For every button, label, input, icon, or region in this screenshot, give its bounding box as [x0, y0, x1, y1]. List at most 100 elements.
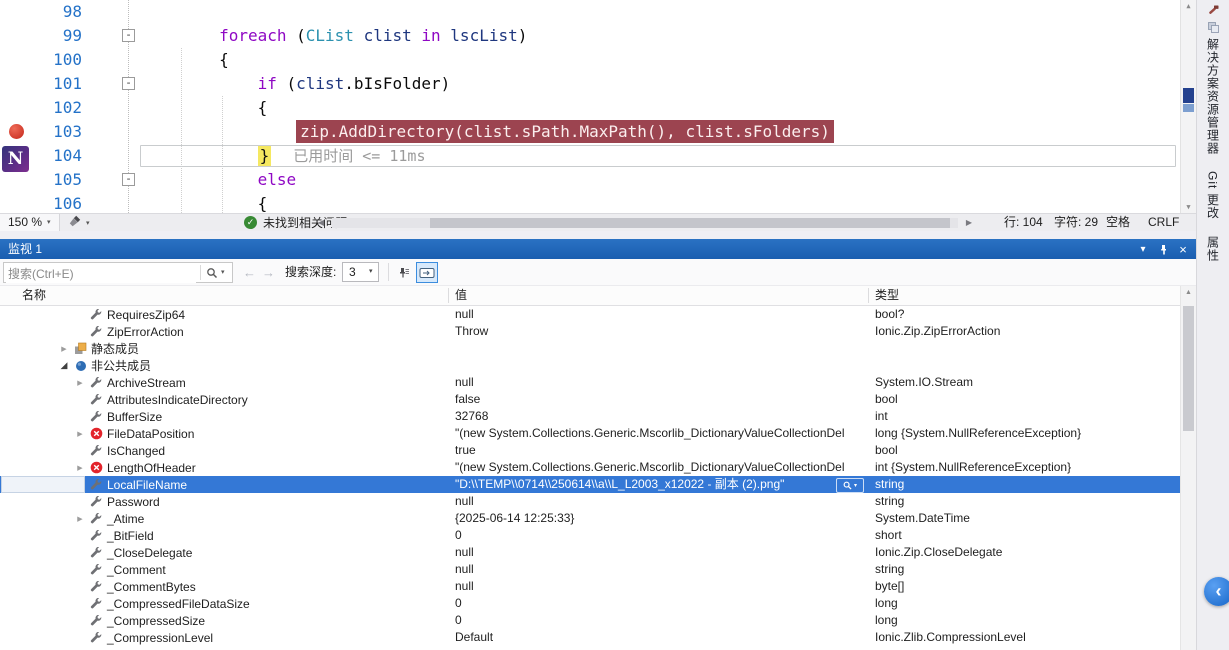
- expand-icon[interactable]: ▶: [72, 464, 88, 472]
- watch-row[interactable]: BufferSize32768int: [0, 408, 1180, 425]
- close-icon[interactable]: ×: [1174, 239, 1192, 259]
- char-indicator[interactable]: 字符: 29: [1054, 214, 1098, 231]
- pin-properties-button[interactable]: [392, 262, 414, 283]
- watch-row[interactable]: LocalFileName"D:\\TEMP\\0714\\250614\\a\…: [0, 476, 1180, 493]
- watch-row[interactable]: RequiresZip64nullbool?: [0, 306, 1180, 323]
- watch-value[interactable]: null: [455, 306, 859, 323]
- code-text[interactable]: {: [142, 192, 1196, 213]
- watch-row[interactable]: _CompressionLevelDefaultIonic.Zlib.Compr…: [0, 629, 1180, 646]
- fold-margin[interactable]: -: [82, 168, 142, 192]
- watch-name[interactable]: _Atime: [107, 512, 144, 526]
- watch-vertical-scrollbar[interactable]: ▲: [1180, 286, 1196, 650]
- breakpoint-gutter[interactable]: [0, 120, 34, 144]
- column-value[interactable]: 值: [455, 286, 467, 305]
- watch-row[interactable]: Passwordnullstring: [0, 493, 1180, 510]
- watch-name[interactable]: AttributesIndicateDirectory: [107, 393, 248, 407]
- watch-row[interactable]: ▶LengthOfHeader"(new System.Collections.…: [0, 459, 1180, 476]
- watch-name[interactable]: FileDataPosition: [107, 427, 194, 441]
- fold-margin[interactable]: [82, 192, 142, 213]
- scrollbar-thumb[interactable]: [430, 218, 950, 228]
- hammer-icon[interactable]: [1206, 3, 1220, 17]
- sidebar-tab-solution-explorer[interactable]: 解决方案资源管理器: [1205, 38, 1222, 155]
- perf-tip[interactable]: 已用时间 <= 11ms: [271, 147, 425, 165]
- watch-name[interactable]: _BitField: [107, 529, 154, 543]
- fold-margin[interactable]: [82, 0, 142, 24]
- scroll-up-icon[interactable]: ▲: [1181, 0, 1196, 12]
- fold-margin[interactable]: -: [82, 24, 142, 48]
- watch-row[interactable]: _CompressedSize0long: [0, 612, 1180, 629]
- collapse-panel-button[interactable]: ‹: [1204, 577, 1229, 606]
- watch-row[interactable]: _CommentBytesnullbyte[]: [0, 578, 1180, 595]
- fold-collapse-icon[interactable]: -: [122, 173, 135, 186]
- expand-icon[interactable]: ▶: [72, 379, 88, 387]
- editor-vertical-scrollbar[interactable]: ▲ ▼: [1180, 0, 1196, 213]
- watch-name[interactable]: _CompressionLevel: [107, 631, 213, 645]
- fold-margin[interactable]: -: [82, 72, 142, 96]
- watch-title-bar[interactable]: 监视 1 ▾ ×: [0, 239, 1196, 259]
- line-indicator[interactable]: 行: 104: [1004, 214, 1043, 231]
- watch-value[interactable]: null: [455, 578, 859, 595]
- watch-value[interactable]: 0: [455, 527, 859, 544]
- column-name[interactable]: 名称: [22, 286, 46, 305]
- watch-name[interactable]: Password: [107, 495, 160, 509]
- code-text[interactable]: }已用时间 <= 11ms: [142, 144, 1196, 168]
- panel-splitter[interactable]: [0, 231, 1196, 239]
- fold-margin[interactable]: [82, 48, 142, 72]
- breakpoint-gutter[interactable]: [0, 192, 34, 213]
- keyboard-tab-button[interactable]: [416, 262, 438, 283]
- column-resizer[interactable]: [448, 288, 449, 303]
- fold-margin[interactable]: [82, 96, 142, 120]
- watch-value[interactable]: 32768: [455, 408, 859, 425]
- watch-name[interactable]: BufferSize: [107, 410, 162, 424]
- fold-collapse-icon[interactable]: -: [122, 77, 135, 90]
- breakpoint-gutter[interactable]: [0, 0, 34, 24]
- column-resizer[interactable]: [868, 288, 869, 303]
- watch-value[interactable]: true: [455, 442, 859, 459]
- watch-row[interactable]: _Commentnullstring: [0, 561, 1180, 578]
- watch-name[interactable]: RequiresZip64: [107, 308, 185, 322]
- horizontal-scrollbar[interactable]: [332, 218, 958, 228]
- scroll-up-icon[interactable]: ▲: [1181, 286, 1196, 300]
- expand-icon[interactable]: ▶: [72, 430, 88, 438]
- watch-row[interactable]: ZipErrorActionThrowIonic.Zip.ZipErrorAct…: [0, 323, 1180, 340]
- scroll-left-icon[interactable]: ◀: [314, 216, 328, 230]
- watch-value[interactable]: null: [455, 544, 859, 561]
- watch-name[interactable]: ArchiveStream: [107, 376, 186, 390]
- code-text[interactable]: {: [142, 48, 1196, 72]
- forward-arrow-icon[interactable]: →: [262, 259, 275, 286]
- breakpoint-gutter[interactable]: [0, 24, 34, 48]
- watch-row[interactable]: _CompressedFileDataSize0long: [0, 595, 1180, 612]
- code-text[interactable]: if (clist.bIsFolder): [142, 72, 1196, 96]
- back-arrow-icon[interactable]: ←: [243, 259, 256, 286]
- code-text[interactable]: else: [142, 168, 1196, 192]
- window-position-icon[interactable]: ▾: [1134, 239, 1152, 259]
- watch-value[interactable]: Throw: [455, 323, 859, 340]
- watch-row[interactable]: ▶ArchiveStreamnullSystem.IO.Stream: [0, 374, 1180, 391]
- pin-icon[interactable]: [1154, 239, 1172, 259]
- sidebar-tab-git-changes[interactable]: Git 更改: [1205, 171, 1222, 220]
- column-type[interactable]: 类型: [875, 286, 899, 305]
- search-depth-select[interactable]: 3 ▾: [342, 262, 379, 282]
- fold-margin[interactable]: [82, 144, 142, 168]
- scroll-down-icon[interactable]: ▼: [1181, 201, 1196, 213]
- scroll-right-icon[interactable]: ▶: [962, 216, 976, 230]
- watch-row[interactable]: ◢ 非公共成员: [0, 357, 1180, 374]
- watch-name[interactable]: 静态成员: [91, 340, 139, 357]
- expand-icon[interactable]: ▶: [56, 345, 72, 353]
- value-visualizer-button[interactable]: ▾: [836, 478, 864, 493]
- layers-icon[interactable]: [1206, 20, 1220, 34]
- watch-name[interactable]: _CompressedFileDataSize: [107, 597, 250, 611]
- expand-icon[interactable]: ▶: [72, 515, 88, 523]
- watch-value[interactable]: "D:\\TEMP\\0714\\250614\\a\\L_L2003_x120…: [455, 476, 859, 493]
- margin-badge-icon[interactable]: N: [2, 146, 29, 172]
- fold-margin[interactable]: [82, 120, 142, 144]
- search-box[interactable]: ▾: [3, 262, 233, 283]
- line-ending-indicator[interactable]: CRLF: [1148, 214, 1179, 231]
- watch-name[interactable]: 非公共成员: [91, 357, 151, 374]
- breakpoint-gutter[interactable]: [0, 72, 34, 96]
- code-text[interactable]: {: [142, 96, 1196, 120]
- collapse-icon[interactable]: ◢: [56, 360, 72, 371]
- watch-value[interactable]: 0: [455, 595, 859, 612]
- watch-name[interactable]: IsChanged: [107, 444, 165, 458]
- watch-value[interactable]: null: [455, 561, 859, 578]
